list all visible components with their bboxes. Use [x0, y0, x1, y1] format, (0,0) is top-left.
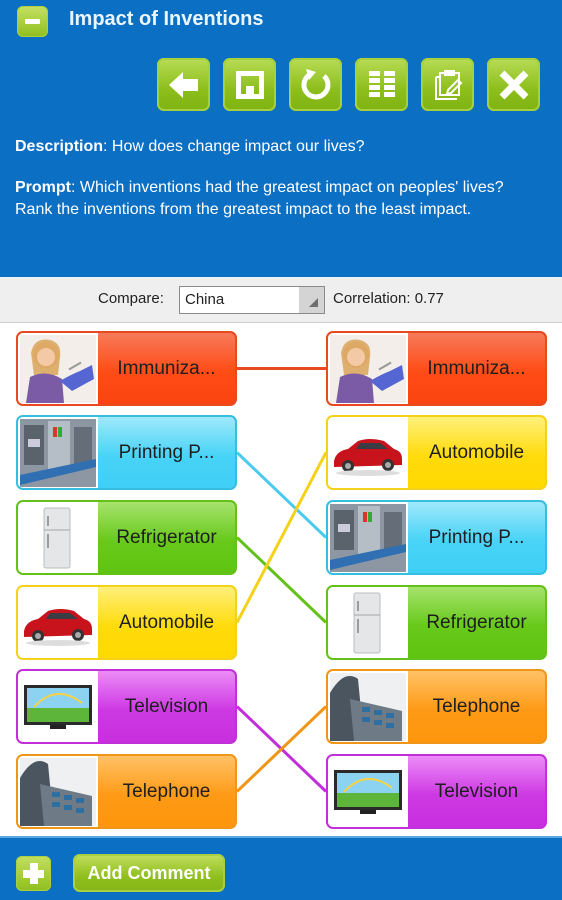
connection-line — [235, 451, 328, 624]
card-label: Immuniza... — [117, 357, 216, 379]
right-rank-card[interactable]: Immuniza... — [326, 331, 547, 406]
dropdown-arrow-icon[interactable] — [299, 287, 324, 313]
save-button[interactable] — [223, 58, 276, 111]
back-button[interactable] — [157, 58, 210, 111]
close-button[interactable] — [487, 58, 540, 111]
card-label: Automobile — [118, 611, 215, 633]
compare-bar: Compare: China Correlation: 0.77 — [0, 277, 562, 323]
card-label: Telephone — [122, 780, 211, 802]
red-car-icon — [328, 417, 408, 488]
prompt-label: Prompt — [15, 179, 71, 196]
child-vaccination-icon — [18, 333, 98, 404]
prompt: Prompt: Which inventions had the greates… — [15, 177, 545, 221]
left-rank-card[interactable]: Telephone — [16, 754, 237, 829]
refrigerator-icon — [18, 502, 98, 573]
desk-telephone-icon — [328, 671, 408, 742]
child-vaccination-icon — [328, 333, 408, 404]
minus-icon[interactable] — [17, 6, 48, 37]
description-text: : How does change impact our lives? — [103, 138, 365, 155]
right-rank-card[interactable]: Printing P... — [326, 500, 547, 575]
connection-line — [235, 451, 328, 539]
left-rank-card[interactable]: Printing P... — [16, 415, 237, 490]
correlation-value: Correlation: 0.77 — [333, 290, 444, 307]
ranking-board: Immuniza... Printing P... Refrigerator Auto… — [0, 323, 562, 836]
left-rank-card[interactable]: Immuniza... — [16, 331, 237, 406]
card-label: Television — [434, 780, 519, 802]
connection-line — [235, 536, 328, 624]
card-label: Telephone — [432, 695, 521, 717]
refresh-button[interactable] — [289, 58, 342, 111]
desk-telephone-icon — [18, 756, 98, 827]
add-comment-button[interactable]: Add Comment — [73, 854, 225, 892]
plus-icon[interactable] — [16, 856, 51, 891]
card-label: Automobile — [428, 441, 525, 463]
right-rank-card[interactable]: Telephone — [326, 669, 547, 744]
left-rank-card[interactable]: Television — [16, 669, 237, 744]
description-label: Description — [15, 138, 104, 155]
clipboard-edit-icon — [434, 69, 462, 100]
left-rank-card[interactable]: Automobile — [16, 585, 237, 660]
toolbar — [157, 58, 540, 111]
television-icon — [18, 671, 98, 742]
card-label: Immuniza... — [427, 357, 526, 379]
right-rank-card[interactable]: Television — [326, 754, 547, 829]
footer: Add Comment — [0, 836, 562, 900]
edit-notes-button[interactable] — [421, 58, 474, 111]
arrow-left-icon — [168, 71, 198, 98]
prompt-text: : Which inventions had the greatest impa… — [15, 179, 504, 218]
printing-press-machinery-icon — [328, 502, 408, 573]
columns-icon — [368, 70, 395, 97]
page-title: Impact of Inventions — [69, 8, 264, 30]
card-label: Printing P... — [118, 441, 215, 463]
close-icon — [499, 70, 528, 99]
refrigerator-icon — [328, 587, 408, 658]
card-label: Television — [124, 695, 209, 717]
header: Impact of Inventions Description: How do… — [0, 0, 562, 277]
compare-selected-value: China — [185, 291, 225, 308]
compare-label: Compare: — [98, 290, 164, 307]
printing-press-machinery-icon — [18, 417, 98, 488]
card-label: Refrigerator — [426, 611, 527, 633]
description: Description: How does change impact our … — [15, 136, 545, 158]
columns-button[interactable] — [355, 58, 408, 111]
card-label: Refrigerator — [116, 526, 217, 548]
refresh-icon — [300, 68, 330, 99]
right-rank-card[interactable]: Automobile — [326, 415, 547, 490]
floppy-disk-icon — [235, 70, 264, 99]
right-rank-card[interactable]: Refrigerator — [326, 585, 547, 660]
television-icon — [328, 756, 408, 827]
compare-select[interactable]: China — [179, 286, 325, 314]
card-label: Printing P... — [428, 526, 525, 548]
left-rank-card[interactable]: Refrigerator — [16, 500, 237, 575]
red-car-icon — [18, 587, 98, 658]
